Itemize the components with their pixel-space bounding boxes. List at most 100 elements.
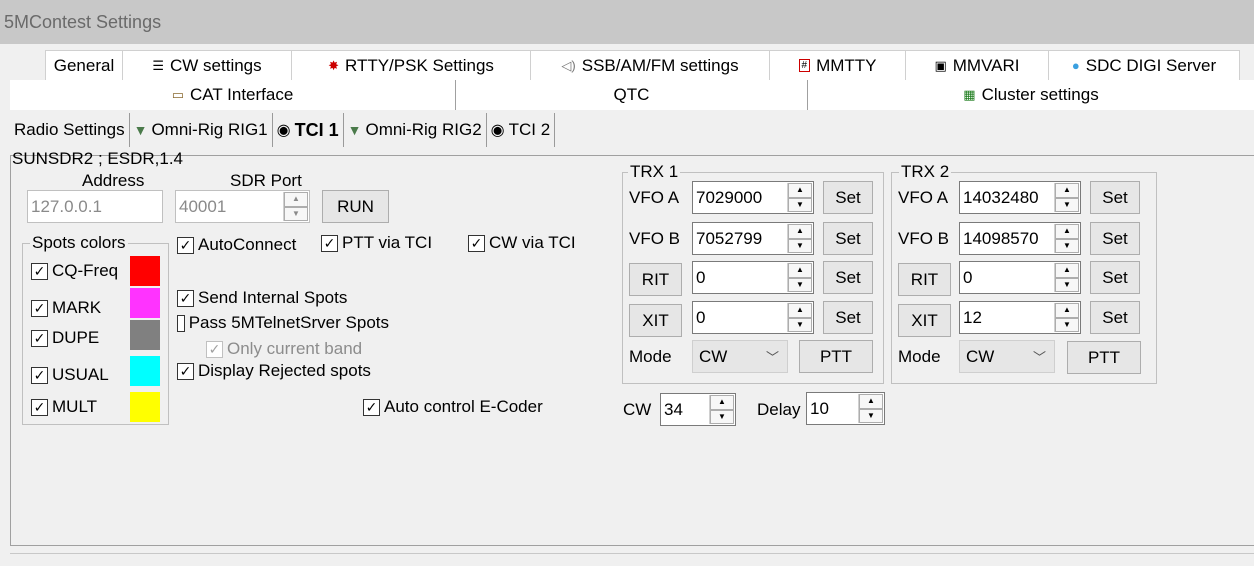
subtab-omni-rig-rig2[interactable]: ▼ Omni-Rig RIG2 — [343, 113, 487, 147]
spin-up-icon[interactable]: ▲ — [1055, 224, 1079, 239]
trx2-rit-set-button[interactable]: Set — [1090, 261, 1140, 294]
spin-down-icon[interactable]: ▼ — [788, 317, 812, 332]
cw-speed-spinner[interactable]: ▲ ▼ — [709, 395, 734, 424]
spin-up-icon[interactable]: ▲ — [788, 263, 812, 278]
ptt-via-tci-checkbox[interactable]: ✓ PTT via TCI — [321, 233, 432, 253]
tab-label: RTTY/PSK Settings — [344, 55, 494, 75]
tab-sdc-digi-server[interactable]: ● SDC DIGI Server — [1048, 50, 1240, 80]
tab-label: SSB/AM/FM settings — [581, 55, 739, 75]
spin-up-icon[interactable]: ▲ — [788, 303, 812, 318]
autoconnect-checkbox[interactable]: ✓ AutoConnect — [177, 235, 296, 255]
trx1-rit-spinner[interactable]: ▲ ▼ — [787, 263, 812, 292]
spin-up-icon[interactable]: ▲ — [1055, 303, 1079, 318]
subtab-omni-rig-rig1[interactable]: ▼ Omni-Rig RIG1 — [129, 113, 273, 147]
spin-up-icon[interactable]: ▲ — [1055, 263, 1079, 278]
trx1-mode-select[interactable]: CW ﹀ — [692, 340, 788, 373]
trx2-vfo-b-spinner[interactable]: ▲ ▼ — [1054, 224, 1079, 253]
trx2-mode-select[interactable]: CW ﹀ — [959, 340, 1055, 373]
trx1-rit-set-button[interactable]: Set — [823, 261, 873, 294]
tab-cat-interface[interactable]: ▭ CAT Interface — [10, 80, 456, 110]
spot-cq-freq-checkbox[interactable]: ✓ CQ-Freq — [31, 261, 118, 281]
trx2-vfo-b-set-button[interactable]: Set — [1090, 222, 1140, 255]
trx2-ptt-button[interactable]: PTT — [1067, 341, 1141, 374]
trx1-vfo-a-spinner[interactable]: ▲ ▼ — [787, 183, 812, 212]
spin-down-icon[interactable]: ▼ — [788, 238, 812, 253]
trx1-xit-button[interactable]: XIT — [629, 304, 682, 337]
subtab-tci-1[interactable]: ◉ TCI 1 — [272, 113, 344, 147]
spin-down-icon[interactable]: ▼ — [710, 409, 734, 424]
tab-general[interactable]: General — [45, 50, 123, 80]
cq-freq-color-swatch[interactable] — [130, 256, 160, 286]
send-internal-spots-checkbox[interactable]: ✓ Send Internal Spots — [177, 288, 347, 308]
spin-down-icon[interactable]: ▼ — [1055, 277, 1079, 292]
cw-speed-label: CW — [623, 400, 652, 419]
spot-dupe-checkbox[interactable]: ✓ DUPE — [31, 328, 99, 348]
checkmark-icon: ✓ — [363, 398, 380, 416]
spin-down-icon[interactable]: ▼ — [284, 206, 308, 221]
tab-cw-settings[interactable]: ☰ CW settings — [122, 50, 292, 80]
trx2-vfo-a-spinner[interactable]: ▲ ▼ — [1054, 183, 1079, 212]
delay-spinner[interactable]: ▲ ▼ — [858, 394, 883, 423]
subtab-tci-2[interactable]: ◉ TCI 2 — [486, 113, 556, 147]
trx1-xit-set-button[interactable]: Set — [823, 301, 873, 334]
trx1-vfo-a-set-button[interactable]: Set — [823, 181, 873, 214]
trx1-rit-button[interactable]: RIT — [629, 263, 682, 296]
trx2-rit-field[interactable]: 0 ▲ ▼ — [959, 261, 1081, 294]
mark-color-swatch[interactable] — [130, 288, 160, 318]
spin-up-icon[interactable]: ▲ — [284, 192, 308, 207]
tab-ssb-am-fm[interactable]: ◁) SSB/AM/FM settings — [530, 50, 770, 80]
trx2-vfo-b-field[interactable]: 14098570 ▲ ▼ — [959, 222, 1081, 255]
trx2-xit-spinner[interactable]: ▲ ▼ — [1054, 303, 1079, 332]
spot-mark-checkbox[interactable]: ✓ MARK — [31, 298, 101, 318]
trx2-xit-field[interactable]: 12 ▲ ▼ — [959, 301, 1081, 334]
trx1-vfo-b-field[interactable]: 7052799 ▲ ▼ — [692, 222, 814, 255]
trx2-vfo-a-set-button[interactable]: Set — [1090, 181, 1140, 214]
sdr-port-field[interactable]: 40001 ▲ ▼ — [175, 190, 310, 223]
trx1-vfo-b-set-button[interactable]: Set — [823, 222, 873, 255]
tab-cluster-settings[interactable]: ▦ Cluster settings — [808, 80, 1254, 110]
only-current-band-checkbox[interactable]: ✓ Only current band — [206, 339, 362, 359]
trx2-rit-spinner[interactable]: ▲ ▼ — [1054, 263, 1079, 292]
spin-down-icon[interactable]: ▼ — [1055, 238, 1079, 253]
trx2-vfo-a-field[interactable]: 14032480 ▲ ▼ — [959, 181, 1081, 214]
spot-mult-checkbox[interactable]: ✓ MULT — [31, 397, 97, 417]
trx1-rit-field[interactable]: 0 ▲ ▼ — [692, 261, 814, 294]
spin-up-icon[interactable]: ▲ — [859, 394, 883, 409]
cw-speed-field[interactable]: 34 ▲ ▼ — [660, 393, 736, 426]
trx1-vfo-a-field[interactable]: 7029000 ▲ ▼ — [692, 181, 814, 214]
auto-control-ecoder-checkbox[interactable]: ✓ Auto control E-Coder — [363, 397, 543, 417]
run-button[interactable]: RUN — [322, 190, 389, 223]
subtab-radio-settings[interactable]: Radio Settings — [10, 113, 130, 147]
mult-color-swatch[interactable] — [130, 392, 160, 422]
sdr-port-spinner[interactable]: ▲ ▼ — [283, 192, 308, 221]
trx1-ptt-button[interactable]: PTT — [799, 340, 873, 373]
dupe-color-swatch[interactable] — [130, 320, 160, 350]
trx2-xit-button[interactable]: XIT — [898, 304, 951, 337]
spin-up-icon[interactable]: ▲ — [710, 395, 734, 410]
spin-down-icon[interactable]: ▼ — [1055, 317, 1079, 332]
address-field[interactable]: 127.0.0.1 — [27, 190, 163, 223]
usual-color-swatch[interactable] — [130, 356, 160, 386]
tab-mmtty[interactable]: # MMTTY — [769, 50, 906, 80]
spin-up-icon[interactable]: ▲ — [788, 183, 812, 198]
pass-telnet-spots-checkbox[interactable]: Pass 5MTelnetSrver Spots — [177, 313, 389, 333]
trx1-xit-spinner[interactable]: ▲ ▼ — [787, 303, 812, 332]
trx1-vfo-b-spinner[interactable]: ▲ ▼ — [787, 224, 812, 253]
trx2-xit-set-button[interactable]: Set — [1090, 301, 1140, 334]
spin-up-icon[interactable]: ▲ — [1055, 183, 1079, 198]
tab-label: SDC DIGI Server — [1085, 55, 1217, 75]
display-rejected-spots-checkbox[interactable]: ✓ Display Rejected spots — [177, 361, 389, 381]
tab-qtc[interactable]: QTC — [456, 80, 808, 110]
spin-down-icon[interactable]: ▼ — [788, 197, 812, 212]
spin-down-icon[interactable]: ▼ — [1055, 197, 1079, 212]
tab-rtty-psk[interactable]: ✸ RTTY/PSK Settings — [291, 50, 531, 80]
cw-via-tci-checkbox[interactable]: ✓ CW via TCI — [468, 233, 576, 253]
delay-field[interactable]: 10 ▲ ▼ — [806, 392, 885, 425]
spin-up-icon[interactable]: ▲ — [788, 224, 812, 239]
spin-down-icon[interactable]: ▼ — [788, 277, 812, 292]
trx2-rit-button[interactable]: RIT — [898, 263, 951, 296]
tab-mmvari[interactable]: ▣ MMVARI — [905, 50, 1049, 80]
trx1-xit-field[interactable]: 0 ▲ ▼ — [692, 301, 814, 334]
spin-down-icon[interactable]: ▼ — [859, 408, 883, 423]
spot-usual-checkbox[interactable]: ✓ USUAL — [31, 365, 109, 385]
